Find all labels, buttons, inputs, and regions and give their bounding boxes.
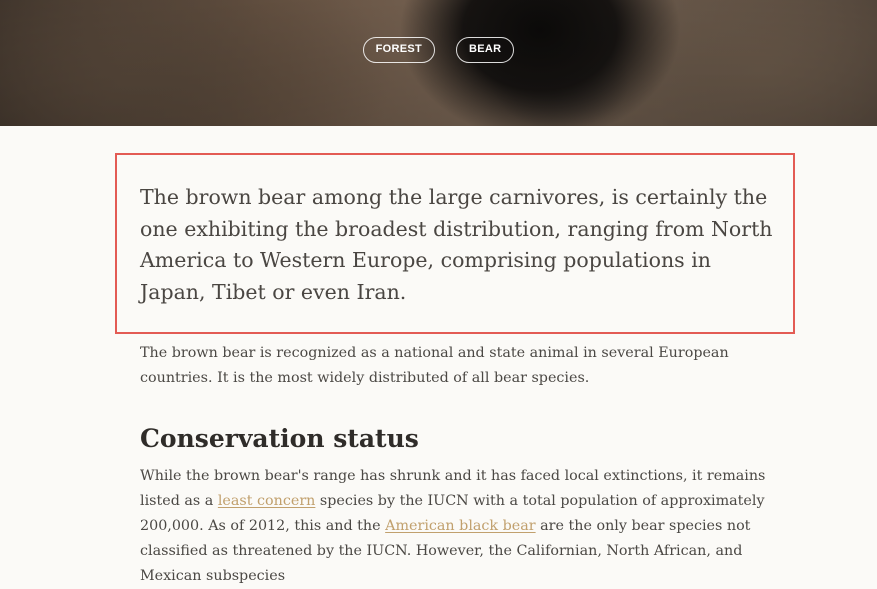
- lead-paragraph: The brown bear among the large carnivore…: [140, 185, 773, 304]
- american-black-bear-link[interactable]: American black bear: [385, 518, 535, 534]
- tag-list: FOREST BEAR: [0, 37, 877, 63]
- tag-forest[interactable]: FOREST: [362, 37, 436, 63]
- body-paragraph-2: While the brown bear's range has shrunk …: [140, 464, 780, 589]
- hero-overlay: [0, 0, 877, 126]
- body-paragraph-1: The brown bear is recognized as a nation…: [140, 345, 729, 386]
- section-heading: Conservation status: [140, 424, 419, 453]
- hero-banner-image: FOREST BEAR: [0, 0, 877, 126]
- tag-bear[interactable]: BEAR: [456, 37, 515, 63]
- least-concern-link[interactable]: least concern: [218, 493, 316, 509]
